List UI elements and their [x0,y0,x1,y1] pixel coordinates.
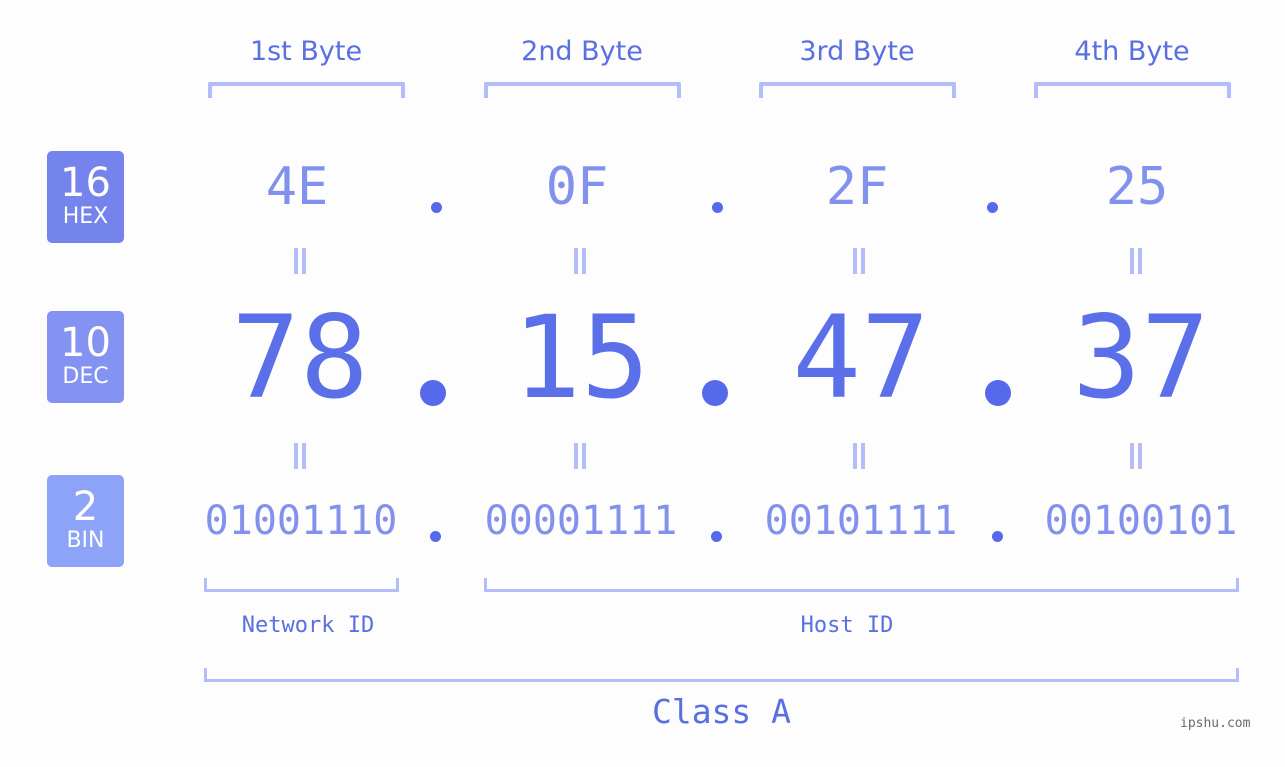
bin-separator-dot [711,531,722,542]
dec-separator-dot [420,380,446,406]
bin-badge: 2 BIN [47,475,124,567]
host-id-label: Host ID [800,613,894,638]
equals-sign [852,248,866,274]
equals-sign [1129,248,1143,274]
host-id-bracket [484,578,1239,592]
network-id-label: Network ID [241,613,375,638]
bin-octet-1: 01001110 [204,498,398,544]
bin-octet-2: 00001111 [484,498,678,544]
hex-badge-number: 16 [60,160,111,206]
bin-octet-4: 00100101 [1044,498,1238,544]
equals-sign [852,443,866,469]
equals-sign [293,248,307,274]
dec-separator-dot [702,380,728,406]
bin-badge-number: 2 [72,484,99,530]
hex-separator-dot [712,202,723,213]
equals-sign [573,248,587,274]
ip-class-label: Class A [651,692,792,731]
dec-separator-dot [985,380,1011,406]
dec-badge-number: 10 [60,320,111,366]
hex-separator-dot [987,202,998,213]
equals-sign [573,443,587,469]
byte-bracket-3 [759,82,956,98]
bin-badge-label: BIN [66,528,105,553]
byte-header-2: 2nd Byte [521,36,643,67]
dec-octet-1: 78 [231,291,369,424]
byte-bracket-1 [208,82,405,98]
equals-sign [293,443,307,469]
byte-header-3: 3rd Byte [799,36,915,67]
equals-sign [1129,443,1143,469]
byte-bracket-2 [484,82,681,98]
bin-separator-dot [430,531,441,542]
hex-octet-4: 25 [1105,157,1169,217]
hex-octet-3: 2F [825,157,889,217]
byte-header-1: 1st Byte [249,36,363,67]
bin-separator-dot [992,531,1003,542]
hex-octet-1: 4E [265,157,329,217]
dec-octet-2: 15 [512,291,650,424]
class-bracket [204,668,1239,682]
hex-badge: 16 HEX [47,151,124,243]
bin-octet-3: 00101111 [764,498,958,544]
hex-badge-label: HEX [62,204,109,229]
dec-badge: 10 DEC [47,311,124,403]
dec-octet-3: 47 [792,291,930,424]
watermark: ipshu.com [1180,716,1251,731]
dec-badge-label: DEC [62,364,109,389]
hex-separator-dot [431,202,442,213]
byte-header-4: 4th Byte [1074,36,1190,67]
hex-octet-2: 0F [545,157,609,217]
network-id-bracket [204,578,399,592]
dec-octet-4: 37 [1072,291,1210,424]
byte-bracket-4 [1034,82,1231,98]
